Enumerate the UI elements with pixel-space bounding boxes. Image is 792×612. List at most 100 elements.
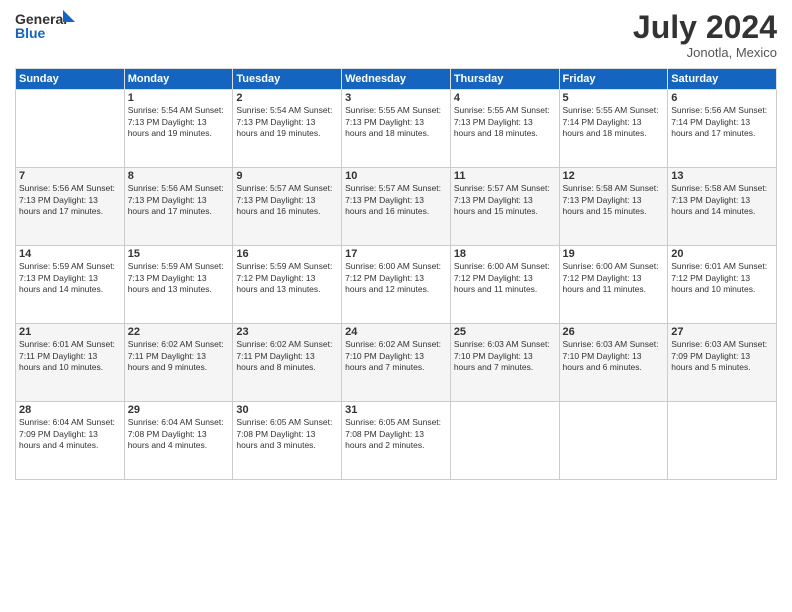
table-row: 23Sunrise: 6:02 AM Sunset: 7:11 PM Dayli… xyxy=(233,324,342,402)
day-number: 5 xyxy=(563,92,665,104)
day-number: 18 xyxy=(454,248,556,260)
day-info: Sunrise: 5:57 AM Sunset: 7:13 PM Dayligh… xyxy=(345,183,447,217)
day-number: 21 xyxy=(19,326,121,338)
table-row xyxy=(450,402,559,480)
day-info: Sunrise: 6:04 AM Sunset: 7:08 PM Dayligh… xyxy=(128,417,230,451)
table-row: 30Sunrise: 6:05 AM Sunset: 7:08 PM Dayli… xyxy=(233,402,342,480)
table-row xyxy=(559,402,668,480)
day-info: Sunrise: 6:01 AM Sunset: 7:11 PM Dayligh… xyxy=(19,339,121,373)
table-row xyxy=(16,90,125,168)
day-number: 9 xyxy=(236,170,338,182)
day-number: 30 xyxy=(236,404,338,416)
day-info: Sunrise: 6:03 AM Sunset: 7:10 PM Dayligh… xyxy=(454,339,556,373)
month-title: July 2024 xyxy=(633,10,777,45)
table-row: 20Sunrise: 6:01 AM Sunset: 7:12 PM Dayli… xyxy=(668,246,777,324)
day-number: 3 xyxy=(345,92,447,104)
calendar-table: Sunday Monday Tuesday Wednesday Thursday… xyxy=(15,68,777,480)
logo: GeneralBlue xyxy=(15,10,75,45)
table-row: 29Sunrise: 6:04 AM Sunset: 7:08 PM Dayli… xyxy=(124,402,233,480)
table-row: 11Sunrise: 5:57 AM Sunset: 7:13 PM Dayli… xyxy=(450,168,559,246)
day-number: 28 xyxy=(19,404,121,416)
day-number: 16 xyxy=(236,248,338,260)
day-info: Sunrise: 5:59 AM Sunset: 7:13 PM Dayligh… xyxy=(128,261,230,295)
day-info: Sunrise: 6:03 AM Sunset: 7:10 PM Dayligh… xyxy=(563,339,665,373)
table-row: 18Sunrise: 6:00 AM Sunset: 7:12 PM Dayli… xyxy=(450,246,559,324)
table-row: 14Sunrise: 5:59 AM Sunset: 7:13 PM Dayli… xyxy=(16,246,125,324)
table-row: 22Sunrise: 6:02 AM Sunset: 7:11 PM Dayli… xyxy=(124,324,233,402)
day-number: 7 xyxy=(19,170,121,182)
day-info: Sunrise: 5:59 AM Sunset: 7:12 PM Dayligh… xyxy=(236,261,338,295)
table-row: 28Sunrise: 6:04 AM Sunset: 7:09 PM Dayli… xyxy=(16,402,125,480)
day-info: Sunrise: 5:56 AM Sunset: 7:13 PM Dayligh… xyxy=(19,183,121,217)
table-row: 31Sunrise: 6:05 AM Sunset: 7:08 PM Dayli… xyxy=(342,402,451,480)
calendar-row: 21Sunrise: 6:01 AM Sunset: 7:11 PM Dayli… xyxy=(16,324,777,402)
day-number: 15 xyxy=(128,248,230,260)
header: GeneralBlue July 2024 Jonotla, Mexico xyxy=(15,10,777,60)
table-row: 26Sunrise: 6:03 AM Sunset: 7:10 PM Dayli… xyxy=(559,324,668,402)
day-number: 24 xyxy=(345,326,447,338)
day-number: 17 xyxy=(345,248,447,260)
table-row: 19Sunrise: 6:00 AM Sunset: 7:12 PM Dayli… xyxy=(559,246,668,324)
page: GeneralBlue July 2024 Jonotla, Mexico Su… xyxy=(0,0,792,612)
day-number: 14 xyxy=(19,248,121,260)
day-info: Sunrise: 6:02 AM Sunset: 7:10 PM Dayligh… xyxy=(345,339,447,373)
day-info: Sunrise: 5:54 AM Sunset: 7:13 PM Dayligh… xyxy=(236,105,338,139)
day-info: Sunrise: 5:55 AM Sunset: 7:13 PM Dayligh… xyxy=(345,105,447,139)
table-row: 10Sunrise: 5:57 AM Sunset: 7:13 PM Dayli… xyxy=(342,168,451,246)
day-info: Sunrise: 5:57 AM Sunset: 7:13 PM Dayligh… xyxy=(236,183,338,217)
table-row: 9Sunrise: 5:57 AM Sunset: 7:13 PM Daylig… xyxy=(233,168,342,246)
day-info: Sunrise: 5:58 AM Sunset: 7:13 PM Dayligh… xyxy=(563,183,665,217)
header-thursday: Thursday xyxy=(450,69,559,90)
day-number: 8 xyxy=(128,170,230,182)
table-row: 2Sunrise: 5:54 AM Sunset: 7:13 PM Daylig… xyxy=(233,90,342,168)
logo-icon: GeneralBlue xyxy=(15,10,75,45)
day-number: 6 xyxy=(671,92,773,104)
day-info: Sunrise: 5:58 AM Sunset: 7:13 PM Dayligh… xyxy=(671,183,773,217)
header-monday: Monday xyxy=(124,69,233,90)
table-row: 4Sunrise: 5:55 AM Sunset: 7:13 PM Daylig… xyxy=(450,90,559,168)
day-number: 25 xyxy=(454,326,556,338)
table-row: 1Sunrise: 5:54 AM Sunset: 7:13 PM Daylig… xyxy=(124,90,233,168)
day-info: Sunrise: 5:56 AM Sunset: 7:14 PM Dayligh… xyxy=(671,105,773,139)
calendar-row: 14Sunrise: 5:59 AM Sunset: 7:13 PM Dayli… xyxy=(16,246,777,324)
day-number: 29 xyxy=(128,404,230,416)
table-row: 6Sunrise: 5:56 AM Sunset: 7:14 PM Daylig… xyxy=(668,90,777,168)
table-row: 3Sunrise: 5:55 AM Sunset: 7:13 PM Daylig… xyxy=(342,90,451,168)
header-friday: Friday xyxy=(559,69,668,90)
day-info: Sunrise: 6:00 AM Sunset: 7:12 PM Dayligh… xyxy=(454,261,556,295)
day-info: Sunrise: 5:57 AM Sunset: 7:13 PM Dayligh… xyxy=(454,183,556,217)
table-row: 21Sunrise: 6:01 AM Sunset: 7:11 PM Dayli… xyxy=(16,324,125,402)
day-info: Sunrise: 6:00 AM Sunset: 7:12 PM Dayligh… xyxy=(563,261,665,295)
day-info: Sunrise: 6:00 AM Sunset: 7:12 PM Dayligh… xyxy=(345,261,447,295)
table-row: 25Sunrise: 6:03 AM Sunset: 7:10 PM Dayli… xyxy=(450,324,559,402)
day-number: 4 xyxy=(454,92,556,104)
calendar-row: 28Sunrise: 6:04 AM Sunset: 7:09 PM Dayli… xyxy=(16,402,777,480)
day-info: Sunrise: 6:01 AM Sunset: 7:12 PM Dayligh… xyxy=(671,261,773,295)
table-row: 27Sunrise: 6:03 AM Sunset: 7:09 PM Dayli… xyxy=(668,324,777,402)
day-number: 11 xyxy=(454,170,556,182)
day-number: 2 xyxy=(236,92,338,104)
day-info: Sunrise: 6:05 AM Sunset: 7:08 PM Dayligh… xyxy=(236,417,338,451)
day-info: Sunrise: 5:55 AM Sunset: 7:13 PM Dayligh… xyxy=(454,105,556,139)
title-block: July 2024 Jonotla, Mexico xyxy=(633,10,777,60)
svg-text:Blue: Blue xyxy=(15,25,46,41)
day-info: Sunrise: 5:59 AM Sunset: 7:13 PM Dayligh… xyxy=(19,261,121,295)
day-number: 12 xyxy=(563,170,665,182)
day-number: 27 xyxy=(671,326,773,338)
table-row: 17Sunrise: 6:00 AM Sunset: 7:12 PM Dayli… xyxy=(342,246,451,324)
table-row: 16Sunrise: 5:59 AM Sunset: 7:12 PM Dayli… xyxy=(233,246,342,324)
day-number: 1 xyxy=(128,92,230,104)
day-info: Sunrise: 6:05 AM Sunset: 7:08 PM Dayligh… xyxy=(345,417,447,451)
day-number: 22 xyxy=(128,326,230,338)
day-info: Sunrise: 5:56 AM Sunset: 7:13 PM Dayligh… xyxy=(128,183,230,217)
table-row: 15Sunrise: 5:59 AM Sunset: 7:13 PM Dayli… xyxy=(124,246,233,324)
day-info: Sunrise: 6:02 AM Sunset: 7:11 PM Dayligh… xyxy=(128,339,230,373)
day-number: 19 xyxy=(563,248,665,260)
table-row: 12Sunrise: 5:58 AM Sunset: 7:13 PM Dayli… xyxy=(559,168,668,246)
location: Jonotla, Mexico xyxy=(633,45,777,60)
header-sunday: Sunday xyxy=(16,69,125,90)
table-row: 5Sunrise: 5:55 AM Sunset: 7:14 PM Daylig… xyxy=(559,90,668,168)
table-row xyxy=(668,402,777,480)
day-info: Sunrise: 6:02 AM Sunset: 7:11 PM Dayligh… xyxy=(236,339,338,373)
day-number: 10 xyxy=(345,170,447,182)
